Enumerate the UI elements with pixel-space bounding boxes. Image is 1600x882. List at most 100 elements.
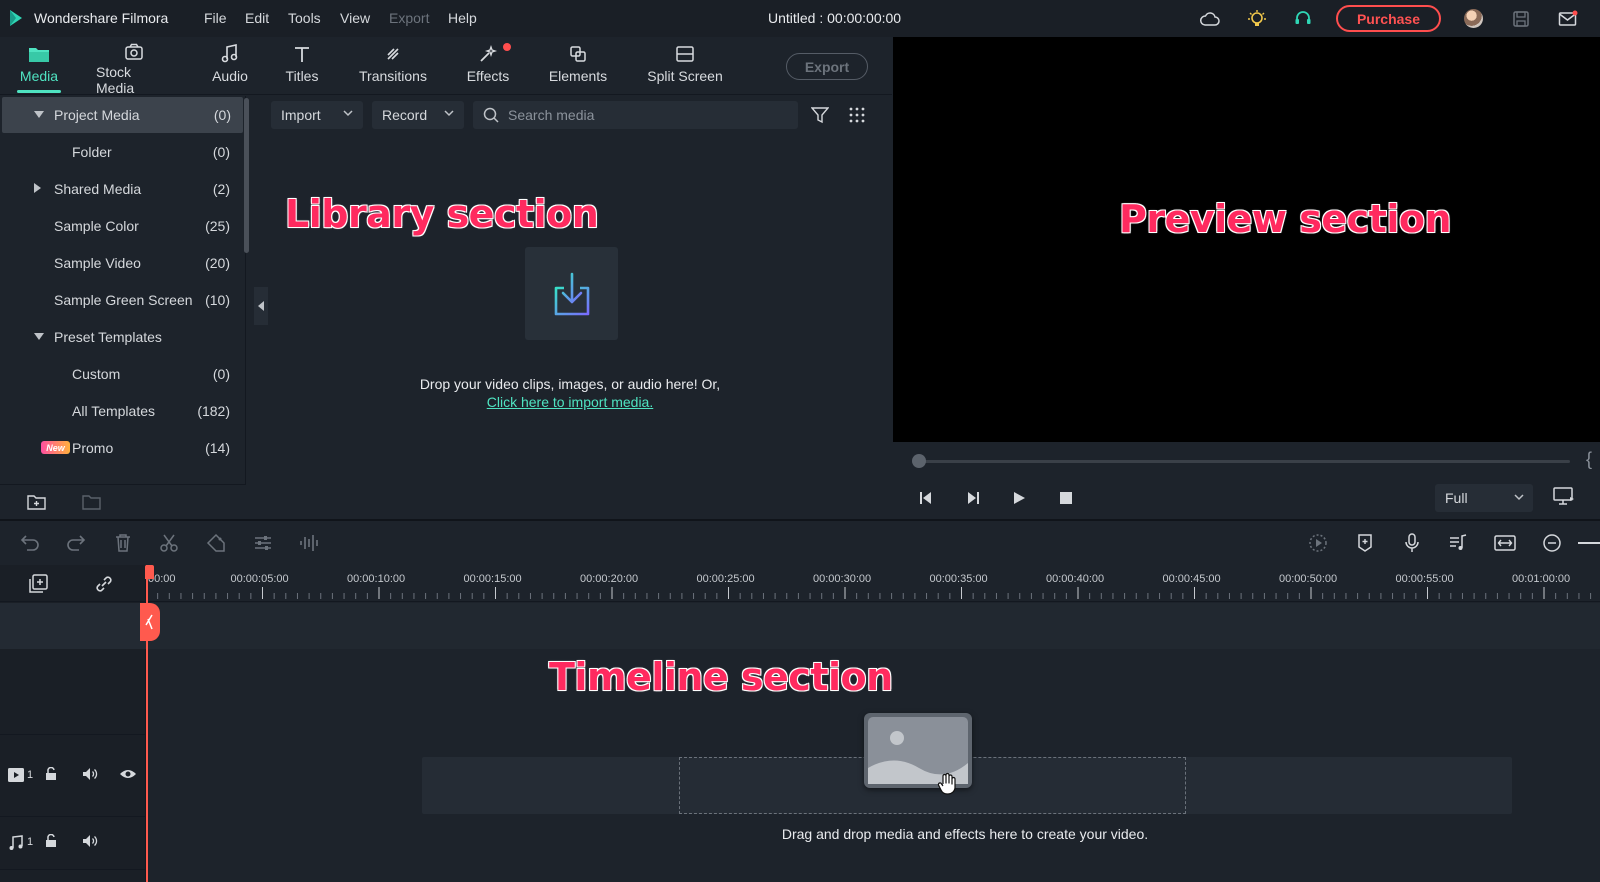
sidebar-item-promo[interactable]: New Promo (14) bbox=[0, 430, 244, 466]
zoom-slider[interactable] bbox=[1578, 542, 1600, 544]
timeline-hint: Drag and drop media and effects here to … bbox=[781, 826, 1149, 842]
tab-split-screen[interactable]: Split Screen bbox=[645, 43, 725, 91]
tab-elements[interactable]: Elements bbox=[547, 43, 609, 91]
redo-icon[interactable] bbox=[64, 531, 88, 555]
mark-in-icon[interactable]: { bbox=[1586, 449, 1592, 470]
tab-effects[interactable]: Effects bbox=[465, 43, 511, 91]
playhead-handle[interactable] bbox=[145, 565, 154, 579]
preview-quality-dropdown[interactable]: Full bbox=[1435, 484, 1533, 512]
headset-support-icon[interactable] bbox=[1292, 8, 1314, 30]
save-icon[interactable] bbox=[1510, 8, 1532, 30]
user-avatar[interactable] bbox=[1464, 9, 1483, 28]
zoom-out-icon[interactable] bbox=[1540, 531, 1564, 555]
empty-track-header bbox=[0, 603, 146, 649]
audio-speaker-icon[interactable] bbox=[82, 834, 98, 848]
document-title: Untitled : 00:00:00:00 bbox=[768, 10, 902, 26]
display-monitor-icon[interactable] bbox=[1553, 486, 1575, 506]
preview-progress-bar[interactable] bbox=[917, 460, 1570, 463]
sidebar-item-all-templates[interactable]: All Templates (182) bbox=[0, 393, 244, 429]
grid-view-icon[interactable] bbox=[849, 107, 865, 123]
sidebar-item-shared-media[interactable]: Shared Media (2) bbox=[0, 171, 244, 207]
cloud-icon[interactable] bbox=[1199, 8, 1221, 30]
split-screen-icon bbox=[675, 43, 695, 65]
menu-view[interactable]: View bbox=[340, 10, 370, 26]
menu-help[interactable]: Help bbox=[448, 10, 477, 26]
link-icon[interactable] bbox=[94, 574, 114, 594]
preview-progress-knob[interactable] bbox=[912, 454, 926, 468]
download-icon bbox=[554, 272, 589, 315]
undo-icon[interactable] bbox=[18, 531, 42, 555]
audio-lock-icon[interactable] bbox=[45, 834, 59, 848]
sidebar-item-count: (10) bbox=[205, 292, 230, 308]
speaker-icon[interactable] bbox=[82, 767, 98, 781]
audio-mixer-icon[interactable] bbox=[1446, 531, 1470, 555]
sidebar-item-count: (0) bbox=[212, 366, 230, 382]
ruler-time-label: 00:00:20:00 bbox=[580, 573, 639, 585]
audio-waveform-icon[interactable] bbox=[298, 531, 322, 555]
folder-outline-icon[interactable] bbox=[82, 493, 102, 511]
record-dropdown[interactable]: Record bbox=[372, 101, 464, 129]
export-button[interactable]: Export bbox=[786, 53, 868, 80]
tab-media[interactable]: Media bbox=[17, 43, 61, 93]
preview-annotation: Preview section bbox=[1118, 196, 1452, 242]
mail-notification-icon[interactable] bbox=[1557, 8, 1579, 30]
import-drop-target[interactable] bbox=[525, 247, 618, 340]
menu-export[interactable]: Export bbox=[389, 10, 429, 26]
active-tab-indicator bbox=[17, 90, 61, 93]
filter-icon[interactable] bbox=[811, 106, 829, 124]
adjust-sliders-icon[interactable] bbox=[251, 531, 275, 555]
expanded-arrow-icon[interactable] bbox=[34, 111, 44, 118]
sidebar-item-folder[interactable]: Folder (0) bbox=[0, 134, 244, 170]
sidebar-item-label: Preset Templates bbox=[54, 329, 162, 345]
timeline-annotation: Timeline section bbox=[548, 654, 894, 700]
tab-stock-media[interactable]: Stock Media bbox=[96, 43, 172, 96]
purchase-button[interactable]: Purchase bbox=[1336, 5, 1441, 32]
sidebar-item-sample-video[interactable]: Sample Video (20) bbox=[0, 245, 244, 281]
ruler-time-label: 00:00:40:00 bbox=[1046, 573, 1105, 585]
cut-icon[interactable] bbox=[157, 531, 181, 555]
sidebar-item-sample-green-screen[interactable]: Sample Green Screen (10) bbox=[0, 282, 244, 318]
search-input[interactable]: Search media bbox=[473, 101, 798, 129]
lock-icon[interactable] bbox=[45, 767, 59, 781]
sidebar-scrollbar[interactable] bbox=[244, 98, 249, 253]
lightbulb-icon[interactable] bbox=[1246, 8, 1268, 30]
microphone-icon[interactable] bbox=[1400, 531, 1424, 555]
playhead-knob[interactable] bbox=[140, 603, 160, 641]
folder-icon bbox=[28, 43, 50, 65]
sidebar-item-project-media[interactable]: Project Media (0) bbox=[2, 97, 243, 133]
sidebar-item-label: Custom bbox=[72, 366, 121, 382]
previous-frame-icon[interactable] bbox=[915, 488, 937, 508]
marker-icon[interactable] bbox=[1353, 531, 1377, 555]
sidebar-item-count: (25) bbox=[205, 218, 230, 234]
import-dropdown[interactable]: Import bbox=[271, 101, 363, 129]
menu-tools[interactable]: Tools bbox=[288, 10, 321, 26]
next-frame-icon[interactable] bbox=[962, 488, 984, 508]
sidebar-item-label: Sample Green Screen bbox=[54, 292, 193, 308]
sidebar-item-sample-color[interactable]: Sample Color (25) bbox=[0, 208, 244, 244]
eye-visibility-icon[interactable] bbox=[119, 768, 137, 780]
render-preview-icon[interactable] bbox=[1306, 531, 1330, 555]
tag-icon[interactable] bbox=[204, 531, 228, 555]
menu-file[interactable]: File bbox=[204, 10, 227, 26]
delete-icon[interactable] bbox=[111, 531, 135, 555]
add-track-icon[interactable] bbox=[28, 574, 48, 594]
collapse-sidebar-handle[interactable] bbox=[254, 287, 268, 325]
import-media-link[interactable]: Click here to import media. bbox=[400, 394, 740, 410]
play-icon[interactable] bbox=[1008, 488, 1030, 508]
fit-timeline-icon[interactable] bbox=[1493, 531, 1517, 555]
new-folder-icon[interactable] bbox=[27, 493, 47, 511]
timeline-ruler[interactable]: 00:00 00:00:05:00 00:00:10:00 00:00:15:00 00… bbox=[146, 565, 1600, 603]
sidebar-item-label: Sample Video bbox=[54, 255, 141, 271]
sidebar-item-count: (14) bbox=[205, 440, 230, 456]
transition-icon bbox=[383, 43, 403, 65]
expanded-arrow-icon[interactable] bbox=[34, 333, 44, 340]
sidebar-item-custom[interactable]: Custom (0) bbox=[0, 356, 244, 392]
sidebar-item-preset-templates[interactable]: Preset Templates bbox=[0, 319, 244, 355]
stop-icon[interactable] bbox=[1055, 488, 1077, 508]
tab-transitions[interactable]: Transitions bbox=[358, 43, 428, 91]
collapsed-arrow-icon[interactable] bbox=[34, 183, 41, 193]
tab-titles[interactable]: Titles bbox=[282, 43, 322, 91]
ruler-time-label: 00:00:10:00 bbox=[347, 573, 406, 585]
tab-audio[interactable]: Audio bbox=[209, 43, 251, 91]
menu-edit[interactable]: Edit bbox=[245, 10, 269, 26]
